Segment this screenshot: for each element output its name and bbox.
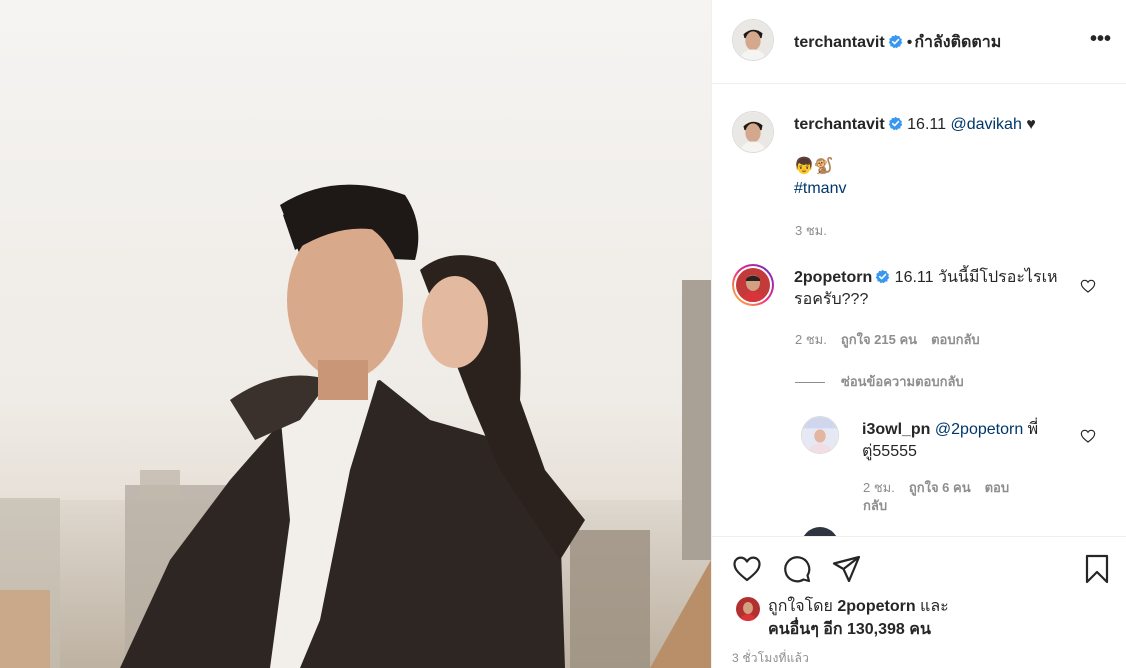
avatar-image	[733, 112, 773, 152]
likes-username[interactable]: 2popetorn	[837, 598, 915, 615]
caption-heart-text: ♥	[1021, 116, 1036, 133]
comment-bubble-icon[interactable]	[781, 553, 813, 585]
verified-badge-icon	[888, 116, 903, 131]
caption-author-avatar[interactable]	[732, 111, 774, 153]
avatar-image	[802, 417, 838, 453]
reply-likes-count[interactable]: ถูกใจ 6 คน	[909, 480, 971, 495]
verified-badge-icon	[888, 34, 903, 49]
author-avatar[interactable]	[732, 19, 774, 61]
comment-meta: 2 ชม. ถูกใจ 215 คน ตอบกลับ	[795, 329, 994, 350]
hide-replies-line	[795, 382, 825, 384]
post-timestamp[interactable]: 3 ชั่วโมงที่แล้ว	[732, 649, 809, 668]
like-heart-icon[interactable]	[731, 553, 763, 585]
more-options-icon[interactable]: •••	[1090, 28, 1111, 51]
separator-dot: •	[906, 34, 913, 51]
likes-text: ถูกใจโดย 2popetorn และ คนอื่นๆ อีก 130,3…	[768, 595, 1028, 641]
reply-time: 2 ชม.	[863, 480, 895, 495]
comment-reply-button[interactable]: ตอบกลับ	[931, 332, 980, 347]
post-photo[interactable]	[0, 0, 711, 668]
hide-replies-button[interactable]: ซ่อนข้อความตอบกลับ	[795, 371, 964, 392]
hide-replies-label: ซ่อนข้อความตอบกลับ	[841, 374, 964, 389]
avatar-ring-gap	[734, 266, 772, 304]
like-reply-heart-icon[interactable]	[1080, 428, 1096, 444]
save-bookmark-icon[interactable]	[1081, 553, 1113, 585]
avatar-image	[736, 597, 760, 621]
header-username[interactable]: terchantavit	[794, 34, 885, 51]
comment-time: 2 ชม.	[795, 332, 827, 347]
comment: 2popetorn 16.11 วันนี้มีโปรอะไรเหรอครับ?…	[794, 267, 1064, 311]
reply-author-avatar[interactable]	[801, 416, 839, 454]
caption: terchantavit 16.11 @davikah ♥ 👦🐒 #tmanv	[794, 114, 1094, 200]
reply-meta: 2 ชม. ถูกใจ 6 คน ตอบกลับ	[863, 479, 1013, 515]
post-header: terchantavit • กำลังติดตาม •••	[712, 0, 1126, 84]
post-side-panel: terchantavit • กำลังติดตาม ••• terchantavi…	[711, 0, 1126, 668]
caption-mention-link[interactable]: @davikah	[950, 116, 1021, 133]
caption-line: terchantavit 16.11 @davikah ♥	[794, 114, 1094, 136]
caption-hashtag-link[interactable]: #tmanv	[794, 178, 1094, 200]
following-button[interactable]: กำลังติดตาม	[914, 34, 1001, 51]
likes-prefix: ถูกใจโดย	[768, 598, 838, 615]
comment-likes-count[interactable]: ถูกใจ 215 คน	[841, 332, 917, 347]
post-photo-illustration	[0, 0, 711, 668]
header-user-row: terchantavit • กำลังติดตาม	[794, 30, 1001, 55]
verified-badge-icon	[875, 269, 890, 284]
share-paper-plane-icon[interactable]	[831, 553, 863, 585]
like-comment-heart-icon[interactable]	[1080, 278, 1096, 294]
comment-username[interactable]: 2popetorn	[794, 269, 872, 286]
caption-time: 3 ชม.	[795, 223, 827, 238]
likes-middle: และ	[915, 598, 949, 615]
likes-others-count[interactable]: คนอื่นๆ อีก 130,398 คน	[768, 621, 931, 638]
reply-mention-link[interactable]: @2popetorn	[935, 421, 1023, 438]
reply-username[interactable]: i3owl_pn	[862, 421, 930, 438]
liker-avatar[interactable]	[736, 597, 760, 621]
avatar-image	[736, 268, 770, 302]
reply: i3owl_pn @2popetorn พี่ตู่55555	[862, 419, 1067, 463]
commenter-avatar-story-ring[interactable]	[732, 264, 774, 306]
post-actions: ถูกใจโดย 2popetorn และ คนอื่นๆ อีก 130,3…	[712, 536, 1126, 668]
caption-emoji: 👦🐒	[794, 158, 834, 175]
avatar-image	[733, 20, 773, 60]
caption-username[interactable]: terchantavit	[794, 116, 885, 133]
caption-text: 16.11	[907, 116, 951, 133]
